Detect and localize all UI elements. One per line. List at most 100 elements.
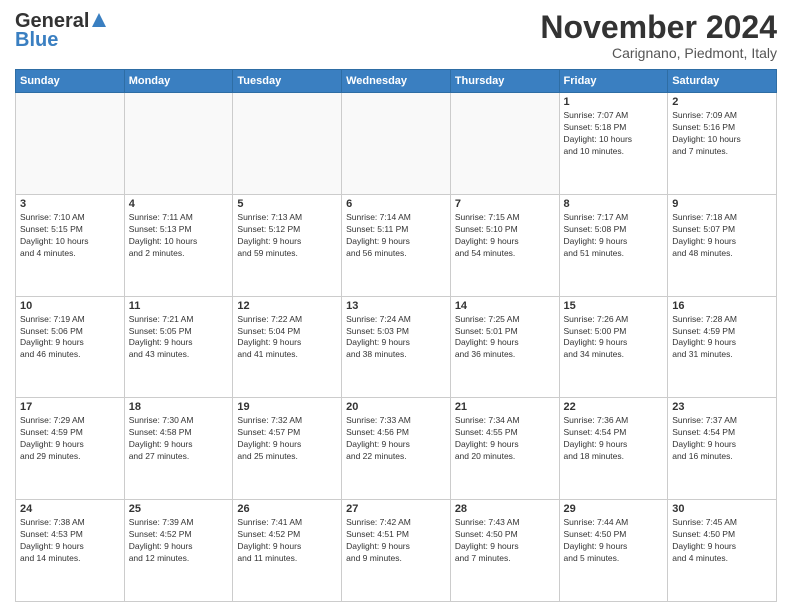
week-row-3: 17 Sunrise: 7:29 AMSunset: 4:59 PMDayligh… bbox=[16, 398, 777, 500]
day-number: 22 bbox=[564, 401, 664, 413]
day-info: Sunrise: 7:43 AMSunset: 4:50 PMDaylight:… bbox=[455, 517, 555, 565]
calendar-cell: 26Sunrise: 7:41 AMSunset: 4:52 PMDayligh… bbox=[233, 500, 342, 602]
day-number: 7 bbox=[455, 198, 555, 210]
day-info: Sunrise: 7:24 AMSunset: 5:03 PMDaylight:… bbox=[346, 314, 446, 362]
calendar-cell: 23Sunrise: 7:37 AMSunset: 4:54 PMDayligh… bbox=[668, 398, 777, 500]
day-info: Sunrise: 7:39 AMSunset: 4:52 PMDaylight:… bbox=[129, 517, 229, 565]
calendar-cell: 2 Sunrise: 7:09 AMSunset: 5:16 PMDaylight… bbox=[668, 93, 777, 195]
calendar-cell bbox=[342, 93, 451, 195]
day-number: 25 bbox=[129, 503, 229, 515]
calendar-cell bbox=[233, 93, 342, 195]
calendar-cell: 28 Sunrise: 7:43 AMSunset: 4:50 PMDayligh… bbox=[450, 500, 559, 602]
day-info: Sunrise: 7:32 AMSunset: 4:57 PMDaylight:… bbox=[237, 415, 337, 463]
day-info: Sunrise: 7:36 AMSunset: 4:54 PMDaylight:… bbox=[564, 415, 664, 463]
calendar-cell: 21 Sunrise: 7:34 AMSunset: 4:55 PMDayligh… bbox=[450, 398, 559, 500]
weekday-header-friday: Friday bbox=[559, 70, 668, 93]
day-number: 1 bbox=[564, 96, 664, 108]
day-number: 18 bbox=[129, 401, 229, 413]
weekday-header-tuesday: Tuesday bbox=[233, 70, 342, 93]
weekday-header-sunday: Sunday bbox=[16, 70, 125, 93]
page: General Blue November 2024 Carignano, Pi… bbox=[0, 0, 792, 612]
weekday-header-saturday: Saturday bbox=[668, 70, 777, 93]
title-area: November 2024 Carignano, Piedmont, Italy bbox=[540, 10, 777, 61]
day-number: 9 bbox=[672, 198, 772, 210]
day-number: 2 bbox=[672, 96, 772, 108]
day-number: 19 bbox=[237, 401, 337, 413]
calendar-cell: 1 Sunrise: 7:07 AMSunset: 5:18 PMDaylight… bbox=[559, 93, 668, 195]
day-info: Sunrise: 7:09 AMSunset: 5:16 PMDaylight:… bbox=[672, 110, 772, 158]
calendar-cell: 9Sunrise: 7:18 AMSunset: 5:07 PMDaylight… bbox=[668, 194, 777, 296]
logo: General Blue bbox=[15, 10, 108, 52]
day-number: 4 bbox=[129, 198, 229, 210]
logo-blue: Blue bbox=[15, 29, 58, 52]
calendar-cell: 19 Sunrise: 7:32 AMSunset: 4:57 PMDayligh… bbox=[233, 398, 342, 500]
day-info: Sunrise: 7:21 AMSunset: 5:05 PMDaylight:… bbox=[129, 314, 229, 362]
calendar-cell: 13 Sunrise: 7:24 AMSunset: 5:03 PMDayligh… bbox=[342, 296, 451, 398]
day-number: 15 bbox=[564, 300, 664, 312]
calendar-cell: 25 Sunrise: 7:39 AMSunset: 4:52 PMDayligh… bbox=[124, 500, 233, 602]
day-number: 24 bbox=[20, 503, 120, 515]
calendar-cell: 29 Sunrise: 7:44 AMSunset: 4:50 PMDayligh… bbox=[559, 500, 668, 602]
day-number: 28 bbox=[455, 503, 555, 515]
calendar-cell: 6 Sunrise: 7:14 AMSunset: 5:11 PMDaylight… bbox=[342, 194, 451, 296]
day-info: Sunrise: 7:26 AMSunset: 5:00 PMDaylight:… bbox=[564, 314, 664, 362]
day-number: 5 bbox=[237, 198, 337, 210]
day-number: 13 bbox=[346, 300, 446, 312]
calendar-cell: 7 Sunrise: 7:15 AMSunset: 5:10 PMDaylight… bbox=[450, 194, 559, 296]
day-number: 23 bbox=[672, 401, 772, 413]
week-row-4: 24 Sunrise: 7:38 AMSunset: 4:53 PMDayligh… bbox=[16, 500, 777, 602]
calendar-cell: 14 Sunrise: 7:25 AMSunset: 5:01 PMDayligh… bbox=[450, 296, 559, 398]
day-number: 14 bbox=[455, 300, 555, 312]
day-number: 11 bbox=[129, 300, 229, 312]
day-number: 20 bbox=[346, 401, 446, 413]
day-info: Sunrise: 7:30 AMSunset: 4:58 PMDaylight:… bbox=[129, 415, 229, 463]
calendar-cell bbox=[124, 93, 233, 195]
calendar-cell: 5 Sunrise: 7:13 AMSunset: 5:12 PMDaylight… bbox=[233, 194, 342, 296]
weekday-header-monday: Monday bbox=[124, 70, 233, 93]
day-info: Sunrise: 7:10 AMSunset: 5:15 PMDaylight:… bbox=[20, 212, 120, 260]
header: General Blue November 2024 Carignano, Pi… bbox=[15, 10, 777, 61]
calendar-cell: 24 Sunrise: 7:38 AMSunset: 4:53 PMDayligh… bbox=[16, 500, 125, 602]
day-info: Sunrise: 7:34 AMSunset: 4:55 PMDaylight:… bbox=[455, 415, 555, 463]
day-number: 17 bbox=[20, 401, 120, 413]
day-info: Sunrise: 7:13 AMSunset: 5:12 PMDaylight:… bbox=[237, 212, 337, 260]
weekday-header-thursday: Thursday bbox=[450, 70, 559, 93]
day-info: Sunrise: 7:41 AMSunset: 4:52 PMDaylight:… bbox=[237, 517, 337, 565]
day-number: 30 bbox=[672, 503, 772, 515]
week-row-2: 10Sunrise: 7:19 AMSunset: 5:06 PMDayligh… bbox=[16, 296, 777, 398]
day-info: Sunrise: 7:11 AMSunset: 5:13 PMDaylight:… bbox=[129, 212, 229, 260]
day-info: Sunrise: 7:25 AMSunset: 5:01 PMDaylight:… bbox=[455, 314, 555, 362]
day-info: Sunrise: 7:29 AMSunset: 4:59 PMDaylight:… bbox=[20, 415, 120, 463]
calendar-cell: 12 Sunrise: 7:22 AMSunset: 5:04 PMDayligh… bbox=[233, 296, 342, 398]
calendar-table: SundayMondayTuesdayWednesdayThursdayFrid… bbox=[15, 69, 777, 602]
weekday-header-row: SundayMondayTuesdayWednesdayThursdayFrid… bbox=[16, 70, 777, 93]
day-number: 21 bbox=[455, 401, 555, 413]
day-info: Sunrise: 7:22 AMSunset: 5:04 PMDaylight:… bbox=[237, 314, 337, 362]
day-info: Sunrise: 7:15 AMSunset: 5:10 PMDaylight:… bbox=[455, 212, 555, 260]
day-number: 29 bbox=[564, 503, 664, 515]
location: Carignano, Piedmont, Italy bbox=[540, 45, 777, 61]
week-row-0: 1 Sunrise: 7:07 AMSunset: 5:18 PMDaylight… bbox=[16, 93, 777, 195]
calendar-cell bbox=[450, 93, 559, 195]
day-info: Sunrise: 7:33 AMSunset: 4:56 PMDaylight:… bbox=[346, 415, 446, 463]
day-info: Sunrise: 7:44 AMSunset: 4:50 PMDaylight:… bbox=[564, 517, 664, 565]
day-number: 12 bbox=[237, 300, 337, 312]
day-number: 27 bbox=[346, 503, 446, 515]
calendar-cell: 27 Sunrise: 7:42 AMSunset: 4:51 PMDayligh… bbox=[342, 500, 451, 602]
calendar-cell bbox=[16, 93, 125, 195]
calendar-cell: 11 Sunrise: 7:21 AMSunset: 5:05 PMDayligh… bbox=[124, 296, 233, 398]
calendar-cell: 8Sunrise: 7:17 AMSunset: 5:08 PMDaylight… bbox=[559, 194, 668, 296]
day-info: Sunrise: 7:38 AMSunset: 4:53 PMDaylight:… bbox=[20, 517, 120, 565]
day-info: Sunrise: 7:28 AMSunset: 4:59 PMDaylight:… bbox=[672, 314, 772, 362]
day-info: Sunrise: 7:19 AMSunset: 5:06 PMDaylight:… bbox=[20, 314, 120, 362]
day-info: Sunrise: 7:42 AMSunset: 4:51 PMDaylight:… bbox=[346, 517, 446, 565]
calendar-cell: 15 Sunrise: 7:26 AMSunset: 5:00 PMDayligh… bbox=[559, 296, 668, 398]
month-title: November 2024 bbox=[540, 10, 777, 45]
day-info: Sunrise: 7:07 AMSunset: 5:18 PMDaylight:… bbox=[564, 110, 664, 158]
calendar-cell: 16Sunrise: 7:28 AMSunset: 4:59 PMDayligh… bbox=[668, 296, 777, 398]
calendar-cell: 4 Sunrise: 7:11 AMSunset: 5:13 PMDaylight… bbox=[124, 194, 233, 296]
day-info: Sunrise: 7:14 AMSunset: 5:11 PMDaylight:… bbox=[346, 212, 446, 260]
day-info: Sunrise: 7:45 AMSunset: 4:50 PMDaylight:… bbox=[672, 517, 772, 565]
day-number: 8 bbox=[564, 198, 664, 210]
day-number: 6 bbox=[346, 198, 446, 210]
